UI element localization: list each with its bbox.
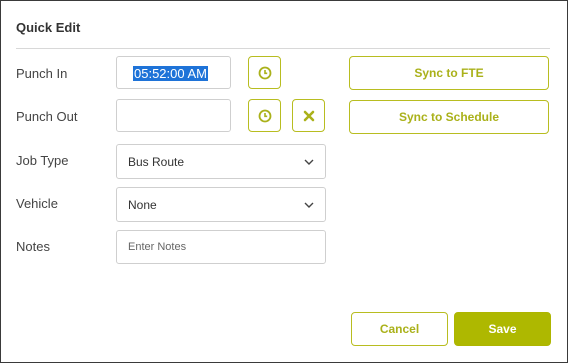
punch-out-clock-button[interactable] [248,99,281,132]
clock-icon [258,109,271,122]
job-type-label: Job Type [16,153,69,168]
sync-to-fte-button[interactable]: Sync to FTE [349,56,549,90]
chevron-down-icon [304,159,314,165]
punch-in-input[interactable]: 05:52:00 AM [116,56,231,89]
clear-punch-out-button[interactable] [292,99,325,132]
punch-in-label: Punch In [16,66,68,81]
vehicle-value: None [128,198,157,212]
punch-out-label: Punch Out [16,109,78,124]
notes-placeholder: Enter Notes [128,241,187,253]
cancel-button[interactable]: Cancel [351,312,448,346]
punch-out-input[interactable] [116,99,231,132]
vehicle-label: Vehicle [16,196,58,211]
notes-input[interactable]: Enter Notes [116,230,326,264]
job-type-value: Bus Route [128,155,185,169]
sync-to-schedule-button[interactable]: Sync to Schedule [349,100,549,134]
punch-in-value: 05:52:00 AM [133,66,208,81]
divider [16,48,550,49]
notes-label: Notes [16,239,50,254]
quick-edit-dialog: Quick Edit Punch In 05:52:00 AM Sync to … [0,0,568,363]
save-button[interactable]: Save [454,312,551,346]
dialog-title: Quick Edit [16,20,81,35]
job-type-select[interactable]: Bus Route [116,144,326,179]
vehicle-select[interactable]: None [116,187,326,222]
punch-in-clock-button[interactable] [248,56,281,89]
clock-icon [258,66,271,79]
close-x-icon [303,110,314,121]
chevron-down-icon [304,202,314,208]
